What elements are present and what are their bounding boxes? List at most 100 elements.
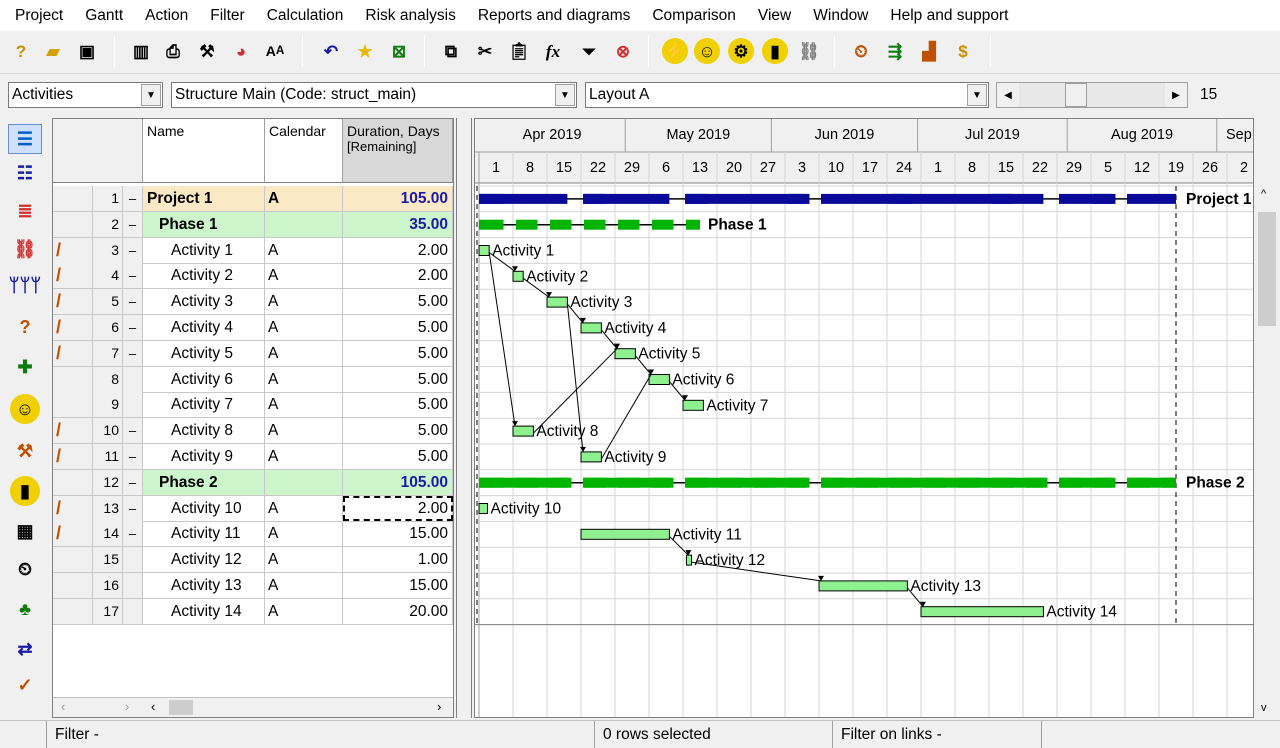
table-row[interactable]: /4– Activity 2 A 2.00: [53, 263, 453, 290]
arrow-right-icon[interactable]: ›: [125, 699, 129, 714]
menu-item-window[interactable]: Window: [802, 7, 879, 25]
calendar-cell[interactable]: [265, 211, 343, 237]
calendar-cell[interactable]: A: [265, 573, 343, 598]
calendar-cell[interactable]: A: [265, 495, 343, 521]
calendar-icon[interactable]: ▦: [8, 516, 42, 546]
calendar-cell[interactable]: A: [265, 547, 343, 573]
name-cell[interactable]: Phase 1: [143, 211, 265, 237]
print-icon[interactable]: ⎙: [160, 38, 186, 64]
table-row[interactable]: /3– Activity 1 A 2.00: [53, 237, 453, 264]
row-number[interactable]: 3: [93, 237, 123, 263]
name-cell[interactable]: Activity 4: [143, 315, 265, 340]
structure-icon[interactable]: ⇶: [882, 38, 908, 64]
schedule-icon[interactable]: ⏲: [848, 38, 874, 64]
row-number[interactable]: 9: [93, 392, 123, 418]
team-icon[interactable]: ᛘᛘᛘ: [8, 270, 42, 300]
name-cell[interactable]: Activity 3: [143, 289, 265, 315]
copy-icon[interactable]: ⧉: [438, 38, 464, 64]
duration-cell[interactable]: 5.00: [343, 444, 453, 469]
collapse-toggle[interactable]: [123, 547, 143, 573]
menu-item-filter[interactable]: Filter: [199, 7, 255, 25]
row-number[interactable]: 2: [93, 211, 123, 237]
resource-walk-icon[interactable]: ⚡: [662, 38, 688, 64]
calendar-column-header[interactable]: Calendar: [265, 119, 343, 183]
name-cell[interactable]: Project 1: [143, 186, 265, 211]
menu-item-comparison[interactable]: Comparison: [641, 7, 747, 25]
table-row[interactable]: /5– Activity 3 A 5.00: [53, 289, 453, 316]
grid-scroll-thumb[interactable]: [169, 700, 193, 715]
excel-icon[interactable]: ⊠: [386, 38, 412, 64]
name-cell[interactable]: Activity 7: [143, 392, 265, 418]
name-cell[interactable]: Activity 1: [143, 237, 265, 263]
tool-usage-icon[interactable]: ⚒: [8, 436, 42, 466]
table-row[interactable]: 16 Activity 13 A 15.00: [53, 573, 453, 599]
row-number[interactable]: 12: [93, 469, 123, 495]
table-row[interactable]: /6– Activity 4 A 5.00: [53, 315, 453, 341]
chevron-down-icon[interactable]: ▼: [967, 84, 987, 106]
name-cell[interactable]: Activity 12: [143, 547, 265, 573]
calendar-clock-icon[interactable]: ⏲: [8, 554, 42, 584]
duration-cell[interactable]: 5.00: [343, 418, 453, 444]
formula-icon[interactable]: fx: [540, 38, 566, 64]
duration-cell[interactable]: 5.00: [343, 315, 453, 340]
arrow-left-icon[interactable]: ◀: [997, 83, 1019, 107]
vertical-scroll-thumb[interactable]: [1258, 212, 1276, 326]
structure-select[interactable]: Structure Main (Code: struct_main) ▼: [171, 82, 577, 108]
calendar-cell[interactable]: A: [265, 598, 343, 624]
calendar-cell[interactable]: A: [265, 366, 343, 392]
duration-column-header[interactable]: Duration, Days [Remaining]: [343, 119, 453, 183]
collapse-toggle[interactable]: –: [123, 237, 143, 263]
collapse-toggle[interactable]: –: [123, 469, 143, 495]
duration-cell[interactable]: 20.00: [343, 598, 453, 624]
collapse-toggle[interactable]: –: [123, 495, 143, 521]
row-number[interactable]: 15: [93, 547, 123, 573]
name-cell[interactable]: Activity 2: [143, 263, 265, 289]
star-icon[interactable]: ★: [352, 38, 378, 64]
bar-chart-icon[interactable]: ▟: [916, 38, 942, 64]
add-resource-icon[interactable]: ✚: [8, 352, 42, 382]
table-row[interactable]: 1– Project 1 A 105.00: [53, 186, 453, 212]
name-cell[interactable]: Activity 8: [143, 418, 265, 444]
pie-chart-icon[interactable]: ◕: [228, 38, 254, 64]
duration-cell[interactable]: 15.00: [343, 521, 453, 547]
row-number[interactable]: 4: [93, 263, 123, 289]
row-number[interactable]: 5: [93, 289, 123, 315]
resource-material-icon[interactable]: ▮: [762, 38, 788, 64]
resources-view-icon[interactable]: ☷: [8, 158, 42, 188]
gantt-view-icon[interactable]: ☰: [8, 124, 42, 154]
menu-item-reports-and-diagrams[interactable]: Reports and diagrams: [467, 7, 642, 25]
arrow-right-icon[interactable]: ›: [437, 699, 441, 714]
calendar-cell[interactable]: A: [265, 315, 343, 340]
calendar-cell[interactable]: A: [265, 392, 343, 418]
collapse-toggle[interactable]: –: [123, 289, 143, 315]
cost-icon[interactable]: $: [950, 38, 976, 64]
row-number[interactable]: 17: [93, 598, 123, 624]
collapse-toggle[interactable]: [123, 366, 143, 392]
clear-filter-icon[interactable]: ⊗: [610, 38, 636, 64]
name-cell[interactable]: Activity 13: [143, 573, 265, 598]
cut-icon[interactable]: ✂: [472, 38, 498, 64]
pane-splitter[interactable]: [456, 118, 472, 718]
menu-item-view[interactable]: View: [747, 7, 802, 25]
calendar-cell[interactable]: A: [265, 237, 343, 263]
collapse-toggle[interactable]: –: [123, 418, 143, 444]
collapse-toggle[interactable]: [123, 598, 143, 624]
row-number[interactable]: 7: [93, 340, 123, 366]
table-row[interactable]: 17 Activity 14 A 20.00: [53, 598, 453, 625]
resource-tool-icon[interactable]: ⚙: [728, 38, 754, 64]
table-row[interactable]: 15 Activity 12 A 1.00: [53, 547, 453, 574]
duration-cell[interactable]: 15.00: [343, 573, 453, 598]
collapse-toggle[interactable]: [123, 573, 143, 598]
menu-item-help-and-support[interactable]: Help and support: [879, 7, 1019, 25]
duration-cell[interactable]: 105.00: [343, 469, 453, 495]
resource-usage-icon[interactable]: ☺: [10, 394, 40, 424]
collapse-toggle[interactable]: –: [123, 444, 143, 469]
settings-icon[interactable]: ⚒: [194, 38, 220, 64]
vertical-scrollbar[interactable]: ^ v: [1256, 184, 1278, 718]
name-cell[interactable]: Activity 11: [143, 521, 265, 547]
assignment-icon[interactable]: ?: [8, 312, 42, 342]
help-icon[interactable]: ?: [8, 38, 34, 64]
zoom-slider-thumb[interactable]: [1065, 83, 1087, 107]
row-number[interactable]: 6: [93, 315, 123, 340]
row-number[interactable]: 1: [93, 186, 123, 211]
